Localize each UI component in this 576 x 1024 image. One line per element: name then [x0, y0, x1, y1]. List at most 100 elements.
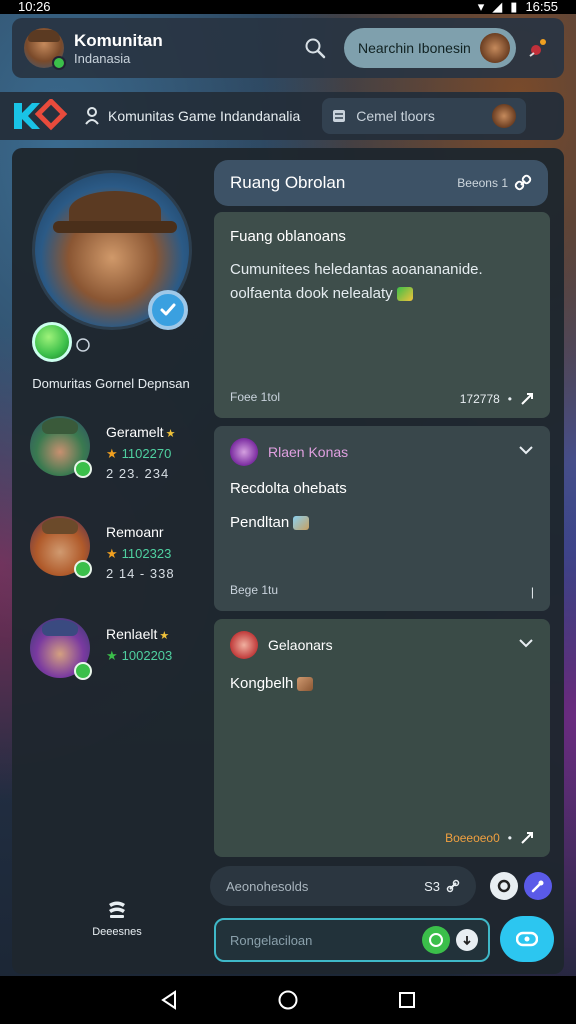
online-badge-icon	[74, 560, 92, 578]
verified-check-icon	[148, 290, 188, 330]
tools-button[interactable]	[524, 872, 552, 900]
post-author[interactable]: Gelaonars	[230, 631, 333, 659]
community-title-text: Komunitas Game Indandanalia	[108, 108, 301, 124]
member-info: Geramelt ★ ★ 1102270 2 23. 234	[106, 416, 175, 486]
member-score-text: 1002203	[121, 648, 173, 663]
wifi-icon: ▾	[477, 0, 485, 14]
system-nav-bar	[0, 976, 576, 1024]
reply-count: S3	[424, 878, 440, 894]
hat-icon	[28, 30, 60, 42]
post-footer-right: |	[531, 585, 534, 599]
post-line: Pendltan	[230, 514, 310, 531]
hat-icon	[42, 418, 78, 434]
link-icon[interactable]	[446, 879, 460, 893]
compose-placeholder: Rongelaciloan	[230, 932, 313, 948]
author-avatar	[230, 631, 258, 659]
member-item[interactable]: Remoanr ★ 1102323 2 14 - 338	[30, 516, 210, 586]
star-icon: ★	[106, 648, 118, 663]
status-time-left: 10:26	[18, 0, 51, 14]
post-card[interactable]: Gelaonars Kongbelh Boeeoeo0 •	[214, 619, 550, 857]
link-icon[interactable]	[514, 174, 532, 192]
record-icon	[497, 879, 511, 893]
member-info: Renlaelt ★ ★ 1002203	[106, 618, 172, 688]
sidebar-footer[interactable]: Deeesnes	[12, 898, 222, 938]
star-icon: ★	[165, 428, 176, 440]
author-name: Rlaen Konas	[268, 444, 349, 460]
member-avatar	[30, 516, 92, 578]
divider-icon: |	[530, 585, 534, 599]
status-icons: ▾ ◢ ▮ 16:55	[478, 0, 558, 14]
user-avatar	[480, 33, 510, 63]
recents-icon[interactable]	[395, 988, 419, 1012]
emoji-button[interactable]	[422, 926, 450, 954]
back-icon[interactable]	[157, 988, 181, 1012]
ko-logo-icon[interactable]	[12, 97, 68, 133]
member-score: ★ 1102270	[106, 446, 175, 462]
online-badge-icon	[74, 460, 92, 478]
member-info: Remoanr ★ 1102323 2 14 - 338	[106, 516, 175, 586]
post-line: Kongbelh	[230, 675, 314, 692]
community-avatar[interactable]	[24, 28, 66, 70]
post-card[interactable]: Rlaen Konas Recdolta ohebats Pendltan Be…	[214, 426, 550, 611]
wrench-icon	[531, 880, 544, 893]
online-badge-icon	[74, 662, 92, 680]
post-body-text: Cumunitees heledantas aoanananide. oolfa…	[230, 261, 483, 302]
member-name: Renlaelt ★	[106, 626, 172, 642]
member-meta: 2 23. 234	[106, 466, 170, 481]
member-name: Remoanr	[106, 524, 175, 540]
channel-chip[interactable]: Cemel tloors	[322, 98, 527, 134]
user-pill-label: Nearchin Ibonesin	[358, 40, 471, 56]
post-stat: 172778	[459, 392, 500, 406]
chevron-down-icon[interactable]	[518, 635, 534, 651]
chat-bubble-icon[interactable]	[74, 336, 92, 354]
chevron-down-icon[interactable]	[518, 442, 534, 458]
member-avatar	[30, 416, 92, 478]
home-icon[interactable]	[276, 988, 300, 1012]
share-icon[interactable]	[520, 831, 534, 845]
hat-brim	[53, 221, 177, 233]
online-badge-icon	[52, 56, 66, 70]
post-card[interactable]: Fuang oblanoans Cumunitees heledantas ao…	[214, 212, 550, 418]
notification-bell-icon[interactable]	[524, 34, 552, 62]
chat-room-header[interactable]: Ruang Obrolan Beeons 1	[214, 160, 548, 206]
search-icon[interactable]	[300, 33, 330, 63]
member-item[interactable]: Geramelt ★ ★ 1102270 2 23. 234	[30, 416, 210, 486]
member-score: ★ 1002203	[106, 648, 172, 664]
profile-name: Domuritas Gornel Depnsan	[32, 376, 190, 391]
member-score-text: 1102323	[121, 546, 172, 561]
gift-emoji-icon	[293, 516, 310, 531]
member-score-text: 1102270	[121, 446, 172, 461]
post-line-text: Kongbelh	[230, 675, 294, 692]
post-author[interactable]: Rlaen Konas	[230, 438, 348, 466]
member-avatar	[30, 618, 92, 680]
dot-icon: •	[507, 392, 512, 406]
status-time-right: 16:55	[525, 0, 558, 14]
community-title: Komunitas Game Indandanalia	[84, 107, 300, 125]
chat-room-meta: Beeons 1	[457, 176, 508, 190]
gamepad-icon	[516, 931, 538, 947]
main-panel: Domuritas Gornel Depnsan Geramelt ★ ★ 1102…	[12, 148, 564, 974]
attach-button[interactable]	[456, 929, 478, 951]
star-icon: ★	[106, 446, 118, 461]
header-subtitle: Indanasia	[74, 50, 131, 66]
chip-avatar	[492, 104, 517, 128]
sidebar-footer-label: Deeesnes	[92, 926, 142, 938]
record-button[interactable]	[490, 872, 518, 900]
post-line: Recdolta ohebats	[230, 480, 347, 497]
signal-icon: ◢	[492, 0, 503, 14]
community-bar: Komunitas Game Indandanalia Cemel tloors	[0, 92, 564, 140]
message-compose-input[interactable]: Rongelaciloan	[214, 918, 490, 962]
member-item[interactable]: Renlaelt ★ ★ 1002203	[30, 618, 210, 688]
person-icon	[85, 107, 99, 125]
status-bar: 10:26 ▾ ◢ ▮ 16:55	[0, 0, 576, 14]
post-footer-left: Foee 1tol	[230, 390, 281, 404]
send-button[interactable]	[500, 916, 554, 962]
reply-input[interactable]: Aeonohesolds S3	[210, 866, 476, 906]
hat-icon	[42, 620, 78, 636]
channel-chip-label: Cemel tloors	[356, 108, 435, 124]
stack-icon	[106, 898, 128, 920]
hat-icon	[42, 518, 78, 534]
user-pill-button[interactable]: Nearchin Ibonesin	[344, 28, 516, 68]
attach-icon	[463, 936, 471, 946]
share-icon[interactable]	[520, 392, 534, 406]
